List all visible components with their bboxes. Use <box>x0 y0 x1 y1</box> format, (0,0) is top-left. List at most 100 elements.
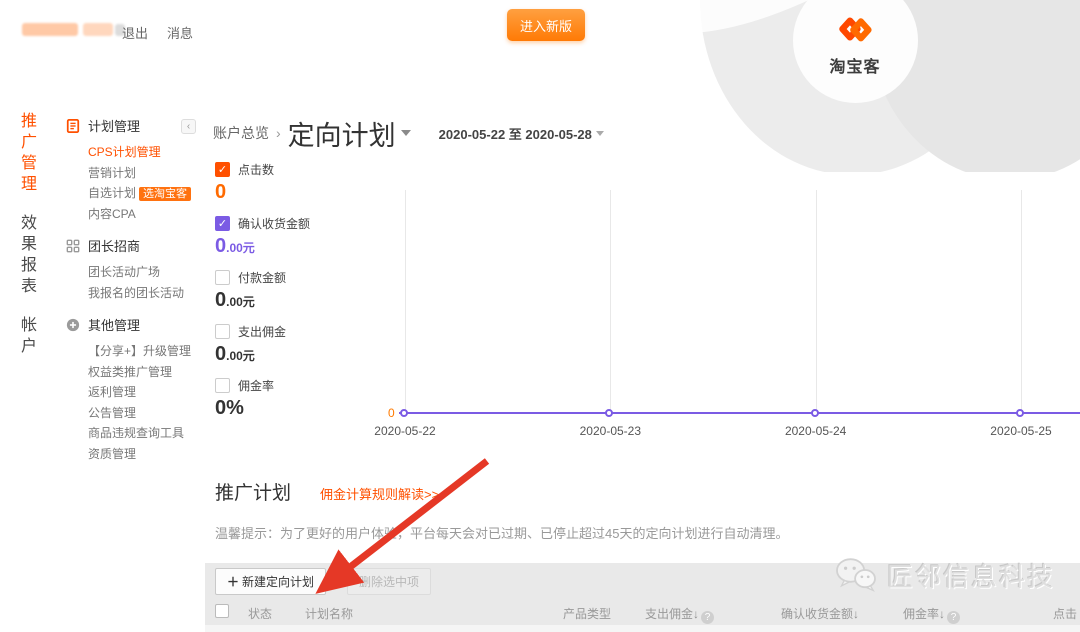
sort-desc-icon[interactable]: ↓ <box>853 607 859 621</box>
page-title[interactable]: 定向计划 <box>288 114 396 153</box>
x-axis-label: 2020-05-25 <box>976 424 1066 438</box>
gridline <box>610 190 611 414</box>
help-icon[interactable]: ? <box>701 611 714 624</box>
sidebar-section-leader[interactable]: 团长招商 <box>66 236 198 255</box>
chevron-down-icon[interactable] <box>401 130 411 136</box>
metric-toggle[interactable]: ✓ 确认收货金额 <box>215 215 365 232</box>
sidebar-item-rebate[interactable]: 返利管理 <box>88 382 198 403</box>
plans-section-title: 推广计划 <box>215 478 291 505</box>
checkbox-unchecked-icon[interactable] <box>215 324 230 339</box>
checkbox-checked-icon[interactable]: ✓ <box>215 162 230 177</box>
plus-icon: ＋ <box>227 575 239 589</box>
vnav-item-promotion[interactable]: 推广管理 <box>14 112 38 196</box>
metric-label: 佣金率 <box>238 377 274 394</box>
delete-selected-button[interactable]: 删除选中项 <box>347 568 431 595</box>
breadcrumb-account-overview[interactable]: 账户总览 <box>213 123 269 143</box>
col-commission-rate[interactable]: 佣金率↓? <box>903 605 960 624</box>
button-label: 新建定向计划 <box>242 575 314 589</box>
sort-desc-icon[interactable]: ↓ <box>939 607 945 621</box>
sidebar-section-items: CPS计划管理 营销计划 自选计划选淘宝客 内容CPA <box>88 142 198 224</box>
y-axis-zero-label: 0 <box>388 406 395 420</box>
metric-label: 点击数 <box>238 161 274 178</box>
metric-commission-rate: 佣金率 0% <box>215 377 365 420</box>
metric-toggle[interactable]: 付款金额 <box>215 269 365 286</box>
new-targeted-plan-button[interactable]: ＋新建定向计划 <box>215 568 326 595</box>
x-axis-label: 2020-05-22 <box>360 424 450 438</box>
sidebar-item-cps-plan[interactable]: CPS计划管理 <box>88 142 198 163</box>
col-clicks: 点击 <box>1053 605 1077 622</box>
checkbox-unchecked-icon[interactable] <box>215 270 230 285</box>
gridline <box>816 190 817 414</box>
metric-value: 0.00元 <box>215 235 365 258</box>
username-redacted <box>83 23 113 36</box>
metrics-panel: ✓ 点击数 0 ✓ 确认收货金额 0.00元 付款金额 0.00元 支出佣金 0… <box>215 161 365 431</box>
sidebar-item-label: 自选计划 <box>88 186 136 200</box>
sidebar-section-title: 团长招商 <box>88 236 140 255</box>
x-axis-label: 2020-05-23 <box>565 424 655 438</box>
metric-value: 0.00元 <box>215 289 365 312</box>
metric-toggle[interactable]: 支出佣金 <box>215 323 365 340</box>
gridline <box>405 190 406 414</box>
col-commission-paid[interactable]: 支出佣金↓? <box>645 605 714 624</box>
grid-icon <box>66 239 80 253</box>
logout-link[interactable]: 退出 <box>122 23 148 42</box>
metric-payment-amount: 付款金额 0.00元 <box>215 269 365 312</box>
metric-commission-paid: 支出佣金 0.00元 <box>215 323 365 366</box>
brand-name: 淘宝客 <box>805 53 905 77</box>
sidebar-item-leader-plaza[interactable]: 团长活动广场 <box>88 262 198 283</box>
vnav-item-reports[interactable]: 效果报表 <box>14 214 38 298</box>
vnav-item-account[interactable]: 帐户 <box>14 316 38 358</box>
sidebar-item-qualification[interactable]: 资质管理 <box>88 444 198 465</box>
chevron-down-icon <box>596 131 604 136</box>
sidebar-section-other[interactable]: 其他管理 <box>66 315 198 334</box>
sidebar-item-announcement[interactable]: 公告管理 <box>88 403 198 424</box>
select-all-checkbox[interactable] <box>215 604 229 618</box>
sidebar-item-my-leader-events[interactable]: 我报名的团长活动 <box>88 283 198 304</box>
sidebar: 计划管理 CPS计划管理 营销计划 自选计划选淘宝客 内容CPA 团长招商 团长… <box>66 116 198 476</box>
breadcrumb: 账户总览 › 定向计划 2020-05-22 至 2020-05-28 <box>213 112 604 154</box>
data-point-marker[interactable] <box>1016 409 1024 417</box>
sidebar-item-self-select-plan[interactable]: 自选计划选淘宝客 <box>88 183 198 204</box>
data-point-marker[interactable] <box>605 409 613 417</box>
help-icon[interactable]: ? <box>947 611 960 624</box>
sidebar-item-marketing-plan[interactable]: 营销计划 <box>88 163 198 184</box>
date-range-value: 2020-05-22 至 2020-05-28 <box>439 124 592 143</box>
sidebar-section-plan-mgmt[interactable]: 计划管理 <box>66 116 198 135</box>
sidebar-section-items: 团长活动广场 我报名的团长活动 <box>88 262 198 303</box>
date-range-select[interactable]: 2020-05-22 至 2020-05-28 <box>439 124 604 143</box>
data-point-marker[interactable] <box>400 409 408 417</box>
chart-panel: 0 2020-05-222020-05-232020-05-242020-05-… <box>375 172 1080 444</box>
vertical-nav: 推广管理 效果报表 帐户 <box>14 112 38 358</box>
sidebar-item-violation-tool[interactable]: 商品违规查询工具 <box>88 423 198 444</box>
messages-link[interactable]: 消息 <box>167 23 193 42</box>
metric-value: 0 <box>215 181 365 204</box>
sidebar-section-title: 计划管理 <box>88 116 140 135</box>
gridline <box>1021 190 1022 414</box>
sort-desc-icon[interactable]: ↓ <box>693 607 699 621</box>
metric-toggle[interactable]: ✓ 点击数 <box>215 161 365 178</box>
metric-label: 支出佣金 <box>238 323 286 340</box>
sidebar-section-title: 其他管理 <box>88 315 140 334</box>
sidebar-collapse-button[interactable]: ‹ <box>181 119 196 134</box>
x-axis-label: 2020-05-24 <box>771 424 861 438</box>
metric-toggle[interactable]: 佣金率 <box>215 377 365 394</box>
commission-rules-link[interactable]: 佣金计算规则解读>> <box>320 484 439 503</box>
breadcrumb-separator: › <box>276 125 281 141</box>
topbar: 退出 消息 进入新版 <box>0 0 1080 56</box>
metric-confirmed-amount: ✓ 确认收货金额 0.00元 <box>215 215 365 258</box>
username-redacted <box>22 23 78 36</box>
col-confirmed-amount[interactable]: 确认收货金额↓ <box>781 605 859 622</box>
checkbox-checked-icon[interactable]: ✓ <box>215 216 230 231</box>
sidebar-item-share-upgrade[interactable]: 【分享+】升级管理 <box>88 341 198 362</box>
new-version-button[interactable]: 进入新版 <box>507 9 585 41</box>
sidebar-section-items: 【分享+】升级管理 权益类推广管理 返利管理 公告管理 商品违规查询工具 资质管… <box>88 341 198 464</box>
metric-label: 确认收货金额 <box>238 215 310 232</box>
sidebar-item-rights-promo[interactable]: 权益类推广管理 <box>88 362 198 383</box>
clipboard-icon <box>66 119 80 133</box>
data-point-marker[interactable] <box>811 409 819 417</box>
col-plan-name: 计划名称 <box>305 605 353 622</box>
sidebar-item-content-cpa[interactable]: 内容CPA <box>88 204 198 225</box>
metric-value: 0.00元 <box>215 343 365 366</box>
checkbox-unchecked-icon[interactable] <box>215 378 230 393</box>
col-product-type: 产品类型 <box>563 605 611 622</box>
